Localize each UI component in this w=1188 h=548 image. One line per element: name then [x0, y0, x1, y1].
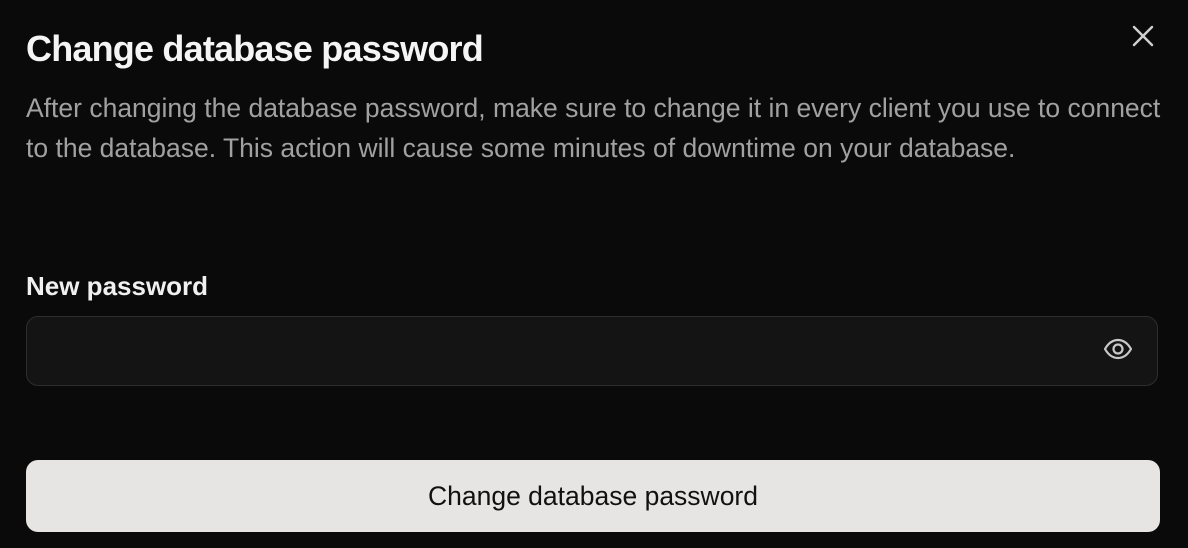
new-password-input[interactable]	[27, 317, 1087, 384]
eye-icon	[1102, 333, 1134, 370]
dialog-description: After changing the database password, ma…	[26, 93, 1161, 163]
new-password-field-wrapper	[26, 316, 1158, 386]
close-icon	[1131, 24, 1155, 51]
close-button[interactable]	[1126, 20, 1160, 54]
dialog-title: Change database password	[26, 28, 484, 69]
change-password-dialog: Change database password After changing …	[0, 0, 1188, 548]
change-password-submit-button[interactable]: Change database password	[26, 460, 1160, 532]
new-password-label: New password	[26, 271, 209, 301]
toggle-password-visibility-button[interactable]	[1101, 334, 1135, 368]
